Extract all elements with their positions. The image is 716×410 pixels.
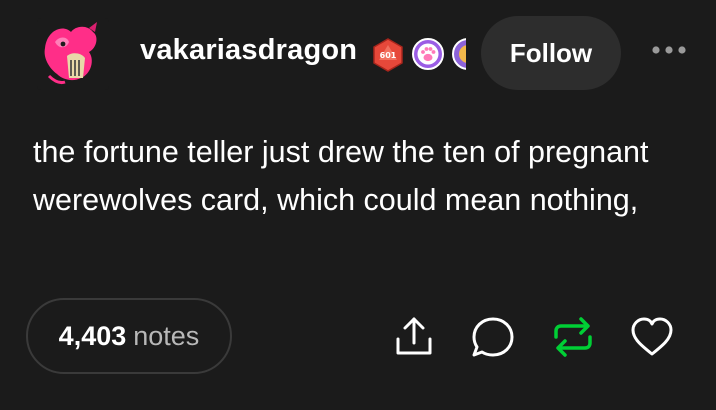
d20-badge-text: 601 <box>380 51 397 60</box>
post-text: the fortune teller just drew the ten of … <box>33 135 649 217</box>
post-body: the fortune teller just drew the ten of … <box>33 128 673 224</box>
follow-button[interactable]: Follow <box>481 16 621 90</box>
notes-button[interactable]: 4,403 notes <box>26 298 232 374</box>
heart-icon[interactable] <box>628 313 676 361</box>
d20-badge-icon[interactable]: 601 <box>372 38 404 72</box>
post-card: vakariasdragon 601 Follow the fortune te… <box>0 0 716 410</box>
reblog-icon[interactable] <box>549 313 597 361</box>
share-icon[interactable] <box>390 313 438 361</box>
more-options-icon[interactable] <box>648 40 692 60</box>
avatar[interactable] <box>37 18 109 90</box>
user-badges: 601 <box>372 38 466 72</box>
reply-icon[interactable] <box>469 313 517 361</box>
extra-badge-icon[interactable] <box>452 38 466 72</box>
username[interactable]: vakariasdragon <box>140 34 357 67</box>
paw-badge-icon[interactable] <box>412 38 444 72</box>
post-header: vakariasdragon 601 Follow <box>0 0 716 100</box>
notes-count: 4,403 <box>58 321 127 351</box>
notes-label: notes <box>133 321 200 351</box>
